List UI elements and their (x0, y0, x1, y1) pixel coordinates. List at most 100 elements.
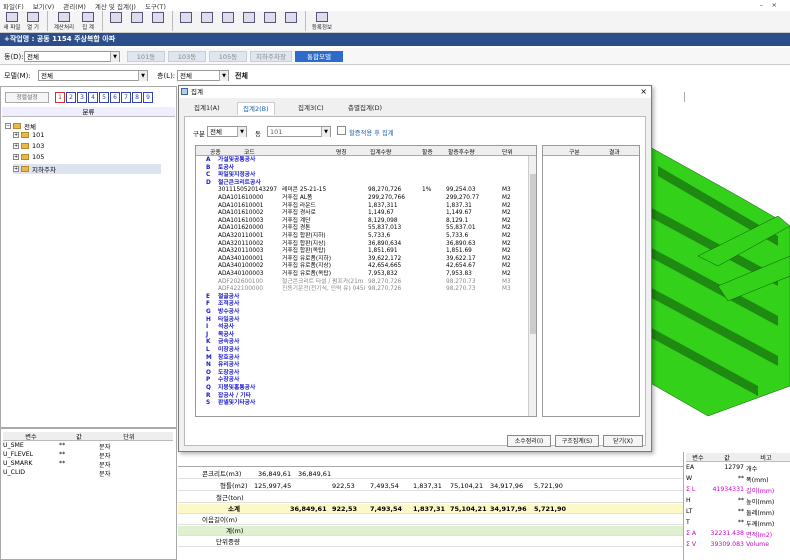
table-row[interactable]: ADA320110003 거푸집 합판(옥탑) 1,851,691 1,851.69 M… (196, 248, 536, 255)
tab-summary-1[interactable]: 집계1(A) (189, 102, 225, 114)
floor-select[interactable]: 전체 ▼ (177, 70, 229, 81)
category-row[interactable]: N 유리공사 (196, 362, 536, 369)
category-row[interactable]: I 석공사 (196, 324, 536, 331)
table-row[interactable]: ADA320110002 거푸집 합판(지상) 36,890,634 36,890.6… (196, 241, 536, 248)
property-row[interactable]: Σ L 41934331 길이(mm) (686, 486, 790, 495)
round-button[interactable]: 소수점리(I) (507, 435, 551, 447)
table-row[interactable]: ADA340100001 거푸집 유로폼(지하) 39,622,172 39,622.… (196, 256, 536, 263)
scrollbar-thumb[interactable] (530, 174, 536, 334)
property-row[interactable]: Σ A 32231.438 면적(m2) (686, 530, 790, 539)
minimize-icon[interactable]: – (760, 1, 763, 9)
number-button-6[interactable]: 6 (110, 92, 120, 103)
property-row[interactable]: Σ V 39309.083 Volume (686, 541, 790, 550)
category-row[interactable]: D 철근콘크리트공사 (196, 180, 536, 187)
tab-integrated-model[interactable]: 통합모델 (295, 51, 343, 62)
category-row[interactable]: B 토공사 (196, 165, 536, 172)
table-row[interactable]: ADA101610002 거푸집 경사로 1,149,67 1,149.67 M2 (196, 210, 536, 217)
table-row[interactable]: ADA101610000 거푸집 AL폼 299,270,766 299,270.77… (196, 195, 536, 202)
open-button[interactable]: 열 기 (23, 11, 43, 31)
category-row[interactable]: F 조적공사 (196, 301, 536, 308)
dialog-close-icon[interactable]: × (640, 86, 647, 98)
menu-view[interactable]: 보기(V) (33, 1, 54, 11)
model-select[interactable]: 전체 ▼ (38, 70, 148, 81)
sheet-tool-1[interactable] (176, 11, 196, 31)
property-row[interactable]: T ** 두께(mm) (686, 519, 790, 528)
collapse-icon[interactable]: − (5, 123, 11, 129)
number-button-4[interactable]: 4 (88, 92, 98, 103)
tree-item-105[interactable]: +105 (13, 153, 44, 161)
tab-summary-3[interactable]: 집계3(C) (293, 102, 329, 114)
tab-dong-105[interactable]: 105동 (209, 51, 247, 62)
expand-icon[interactable]: + (13, 166, 19, 172)
dong-select[interactable]: 전체 ▼ (24, 51, 120, 62)
category-row[interactable]: E 철골공사 (196, 294, 536, 301)
zoom-in-button[interactable] (127, 11, 147, 31)
close-button[interactable]: 닫기(X) (603, 435, 643, 447)
zoom-out-button[interactable] (148, 11, 168, 31)
number-button-7[interactable]: 7 (121, 92, 131, 103)
sheet-tool-5[interactable] (260, 11, 280, 31)
category-row[interactable]: M 창호공사 (196, 355, 536, 362)
expand-icon[interactable]: + (13, 143, 19, 149)
property-row[interactable]: W ** 폭(mm) (686, 475, 790, 484)
expand-icon[interactable]: + (13, 154, 19, 160)
number-button-5[interactable]: 5 (99, 92, 109, 103)
tree-item-parking[interactable]: + 지하주차 (13, 164, 161, 174)
sheet-tool-6[interactable] (281, 11, 301, 31)
sheet-tool-4[interactable] (239, 11, 259, 31)
menu-calc[interactable]: 계산 및 집계(J) (95, 1, 136, 11)
table-row[interactable]: ADA320110001 거푸집 합판(지하) 5,733,6 5,733.6 M2 (196, 233, 536, 240)
structure-summary-button[interactable]: 구조집계(S) (555, 435, 599, 447)
tree-item-103[interactable]: +103 (13, 142, 44, 150)
sort-settings-button[interactable]: 정렬설정 (5, 92, 49, 103)
category-row[interactable]: C 파일및지정공사 (196, 172, 536, 179)
table-row[interactable]: ADA101620000 거푸집 경톤 55,837,013 55,837.01 M2 (196, 225, 536, 232)
new-file-button[interactable]: 새 파일 (2, 11, 22, 31)
category-row[interactable]: R 잡공사 / 기타 (196, 393, 536, 400)
sum-button[interactable]: 집 계 (78, 11, 98, 31)
expand-icon[interactable]: + (13, 132, 19, 138)
gubun-select[interactable]: 전체 ▼ (207, 126, 247, 137)
tab-dong-101[interactable]: 101동 (127, 51, 165, 62)
number-button-3[interactable]: 3 (77, 92, 87, 103)
number-button-8[interactable]: 8 (132, 92, 142, 103)
category-row[interactable]: Q 지붕및홈통공사 (196, 385, 536, 392)
calc-button[interactable]: 계산처리 (51, 11, 77, 31)
property-row[interactable]: EA 12797 개수 (686, 464, 790, 473)
tab-summary-2[interactable]: 집계2(B) (237, 102, 275, 115)
category-row[interactable]: A 가설및공통공사 (196, 157, 536, 164)
property-row[interactable]: LT ** 둘레(mm) (686, 508, 790, 517)
properties-button[interactable]: 등록정보 (309, 11, 335, 31)
table-row[interactable]: ADA101610001 거푸집 라운드 1,837,311 1,837.31 M2 (196, 203, 536, 210)
variable-row[interactable]: U_SME ** 문자 (3, 442, 173, 451)
number-button-1[interactable]: 1 (55, 92, 65, 103)
category-row[interactable]: G 방수공사 (196, 309, 536, 316)
close-window-icon[interactable]: × (772, 1, 777, 9)
tab-parking[interactable]: 지하주차장 (250, 51, 292, 62)
variable-row[interactable]: U_FLEVEL ** 문자 (3, 451, 173, 460)
dong-filter-select[interactable]: 101 ▼ (267, 126, 331, 137)
number-button-9[interactable]: 9 (143, 92, 153, 103)
tree-item-101[interactable]: +101 (13, 131, 44, 139)
table-row[interactable]: ADF422100000 진동기운전(전기식, 인력 유) 045i 98,270,… (196, 286, 536, 293)
property-row[interactable]: H ** 높이(mm) (686, 497, 790, 506)
table-row[interactable]: ADA340100002 거푸집 유로폼(지상) 42,654,665 42,654.… (196, 263, 536, 270)
number-button-2[interactable]: 2 (66, 92, 76, 103)
category-row[interactable]: P 수장공사 (196, 377, 536, 384)
category-row[interactable]: S 판넬및기타공사 (196, 400, 536, 407)
apply-checkbox[interactable] (337, 126, 346, 135)
table-row[interactable]: 3011150520143297 레미콘 25-21-15 98,270,726 1%… (196, 187, 536, 194)
category-row[interactable]: K 금속공사 (196, 339, 536, 346)
tab-dong-103[interactable]: 103동 (168, 51, 206, 62)
table-row[interactable]: ADA101610003 거푸집 계단 8,129,098 8,129.1 M2 (196, 218, 536, 225)
category-row[interactable]: L 미장공사 (196, 347, 536, 354)
menu-file[interactable]: 파일(F) (3, 1, 24, 11)
tab-floor-summary[interactable]: 층별집계(D) (343, 102, 387, 114)
menu-manage[interactable]: 관리(M) (63, 1, 86, 11)
menu-tools[interactable]: 도구(T) (145, 1, 166, 11)
sheet-tool-2[interactable] (197, 11, 217, 31)
grid-scrollbar[interactable] (528, 156, 536, 416)
variable-row[interactable]: U_SMARK ** 문자 (3, 460, 173, 469)
variable-row[interactable]: U_CLID 문자 (3, 469, 173, 478)
search-tool-button[interactable] (106, 11, 126, 31)
